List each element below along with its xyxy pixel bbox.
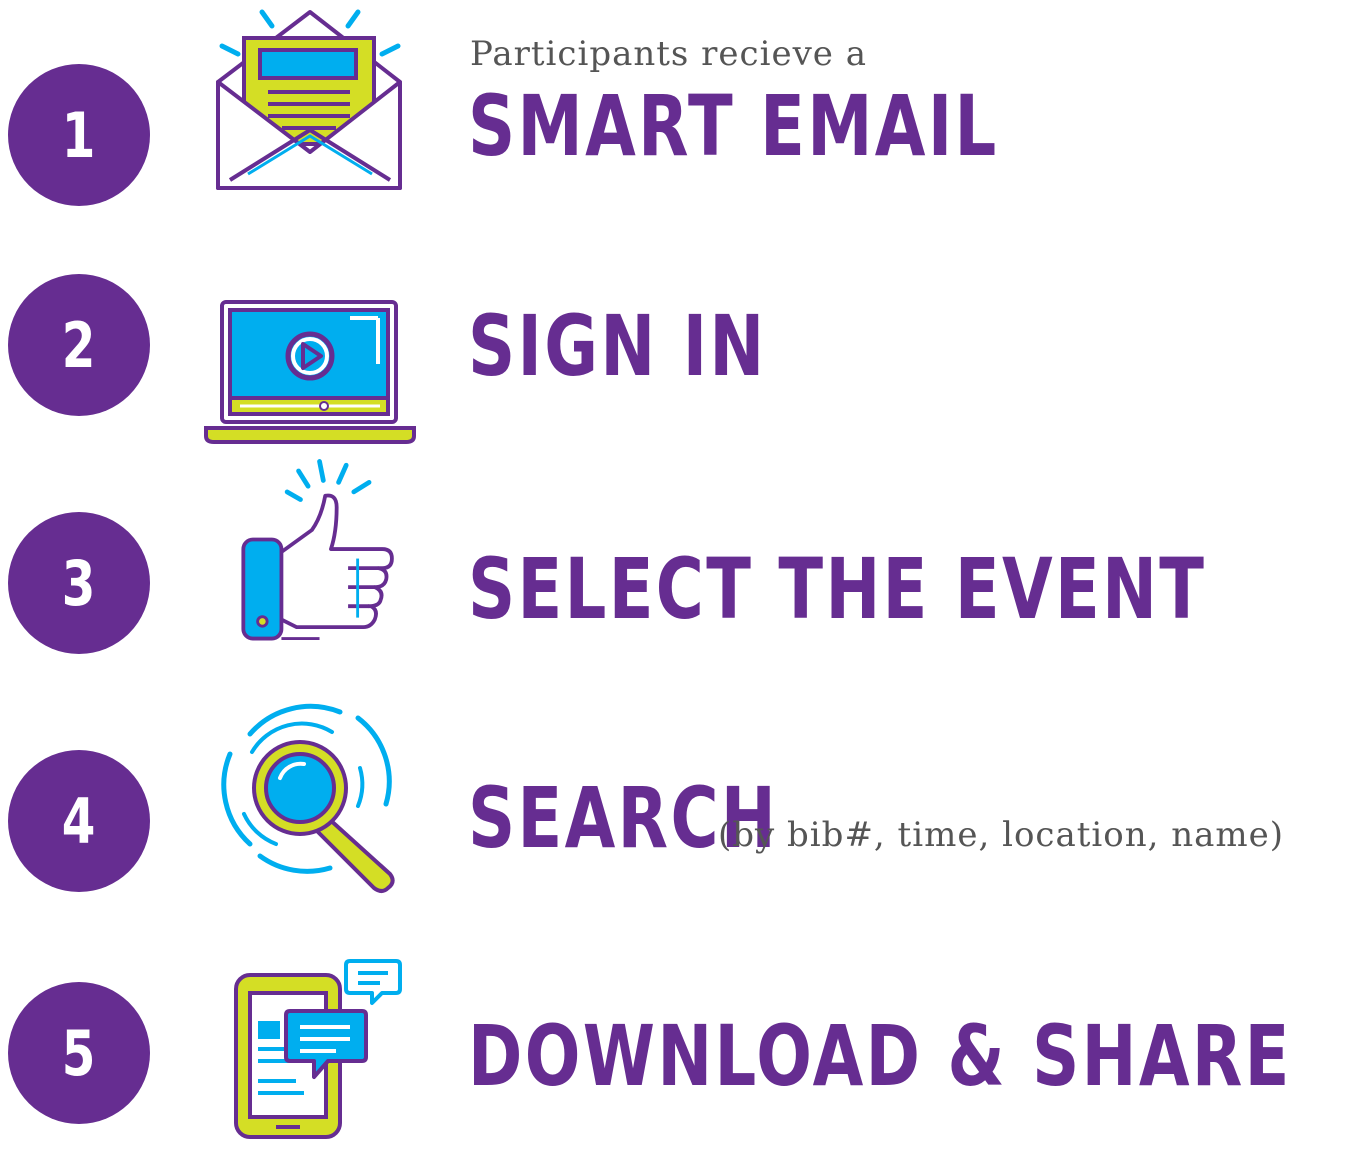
step-number: 2 xyxy=(62,308,96,382)
step-number: 5 xyxy=(62,1016,96,1090)
step-number-badge: 2 xyxy=(8,274,150,416)
step-number: 1 xyxy=(62,98,96,172)
step-number: 3 xyxy=(62,546,96,620)
step-number-badge: 3 xyxy=(8,512,150,654)
step-pre-text: Participants recieve a xyxy=(470,34,867,74)
email-icon xyxy=(200,2,420,202)
phone-chat-icon xyxy=(200,946,420,1146)
step-number-badge: 1 xyxy=(8,64,150,206)
step-title: SMART EMAIL xyxy=(468,77,999,175)
magnifier-icon xyxy=(200,694,420,894)
step-title: SELECT THE EVENT xyxy=(468,540,1207,638)
step-number-badge: 4 xyxy=(8,750,150,892)
step-number-badge: 5 xyxy=(8,982,150,1124)
step-number: 4 xyxy=(62,784,96,858)
laptop-video-icon xyxy=(200,274,420,474)
step-title: DOWNLOAD & SHARE xyxy=(468,1007,1292,1105)
step-post-text: (by bib#, time, location, name) xyxy=(718,815,1285,855)
thumbs-up-icon xyxy=(200,450,420,650)
step-title: SIGN IN xyxy=(468,297,767,395)
